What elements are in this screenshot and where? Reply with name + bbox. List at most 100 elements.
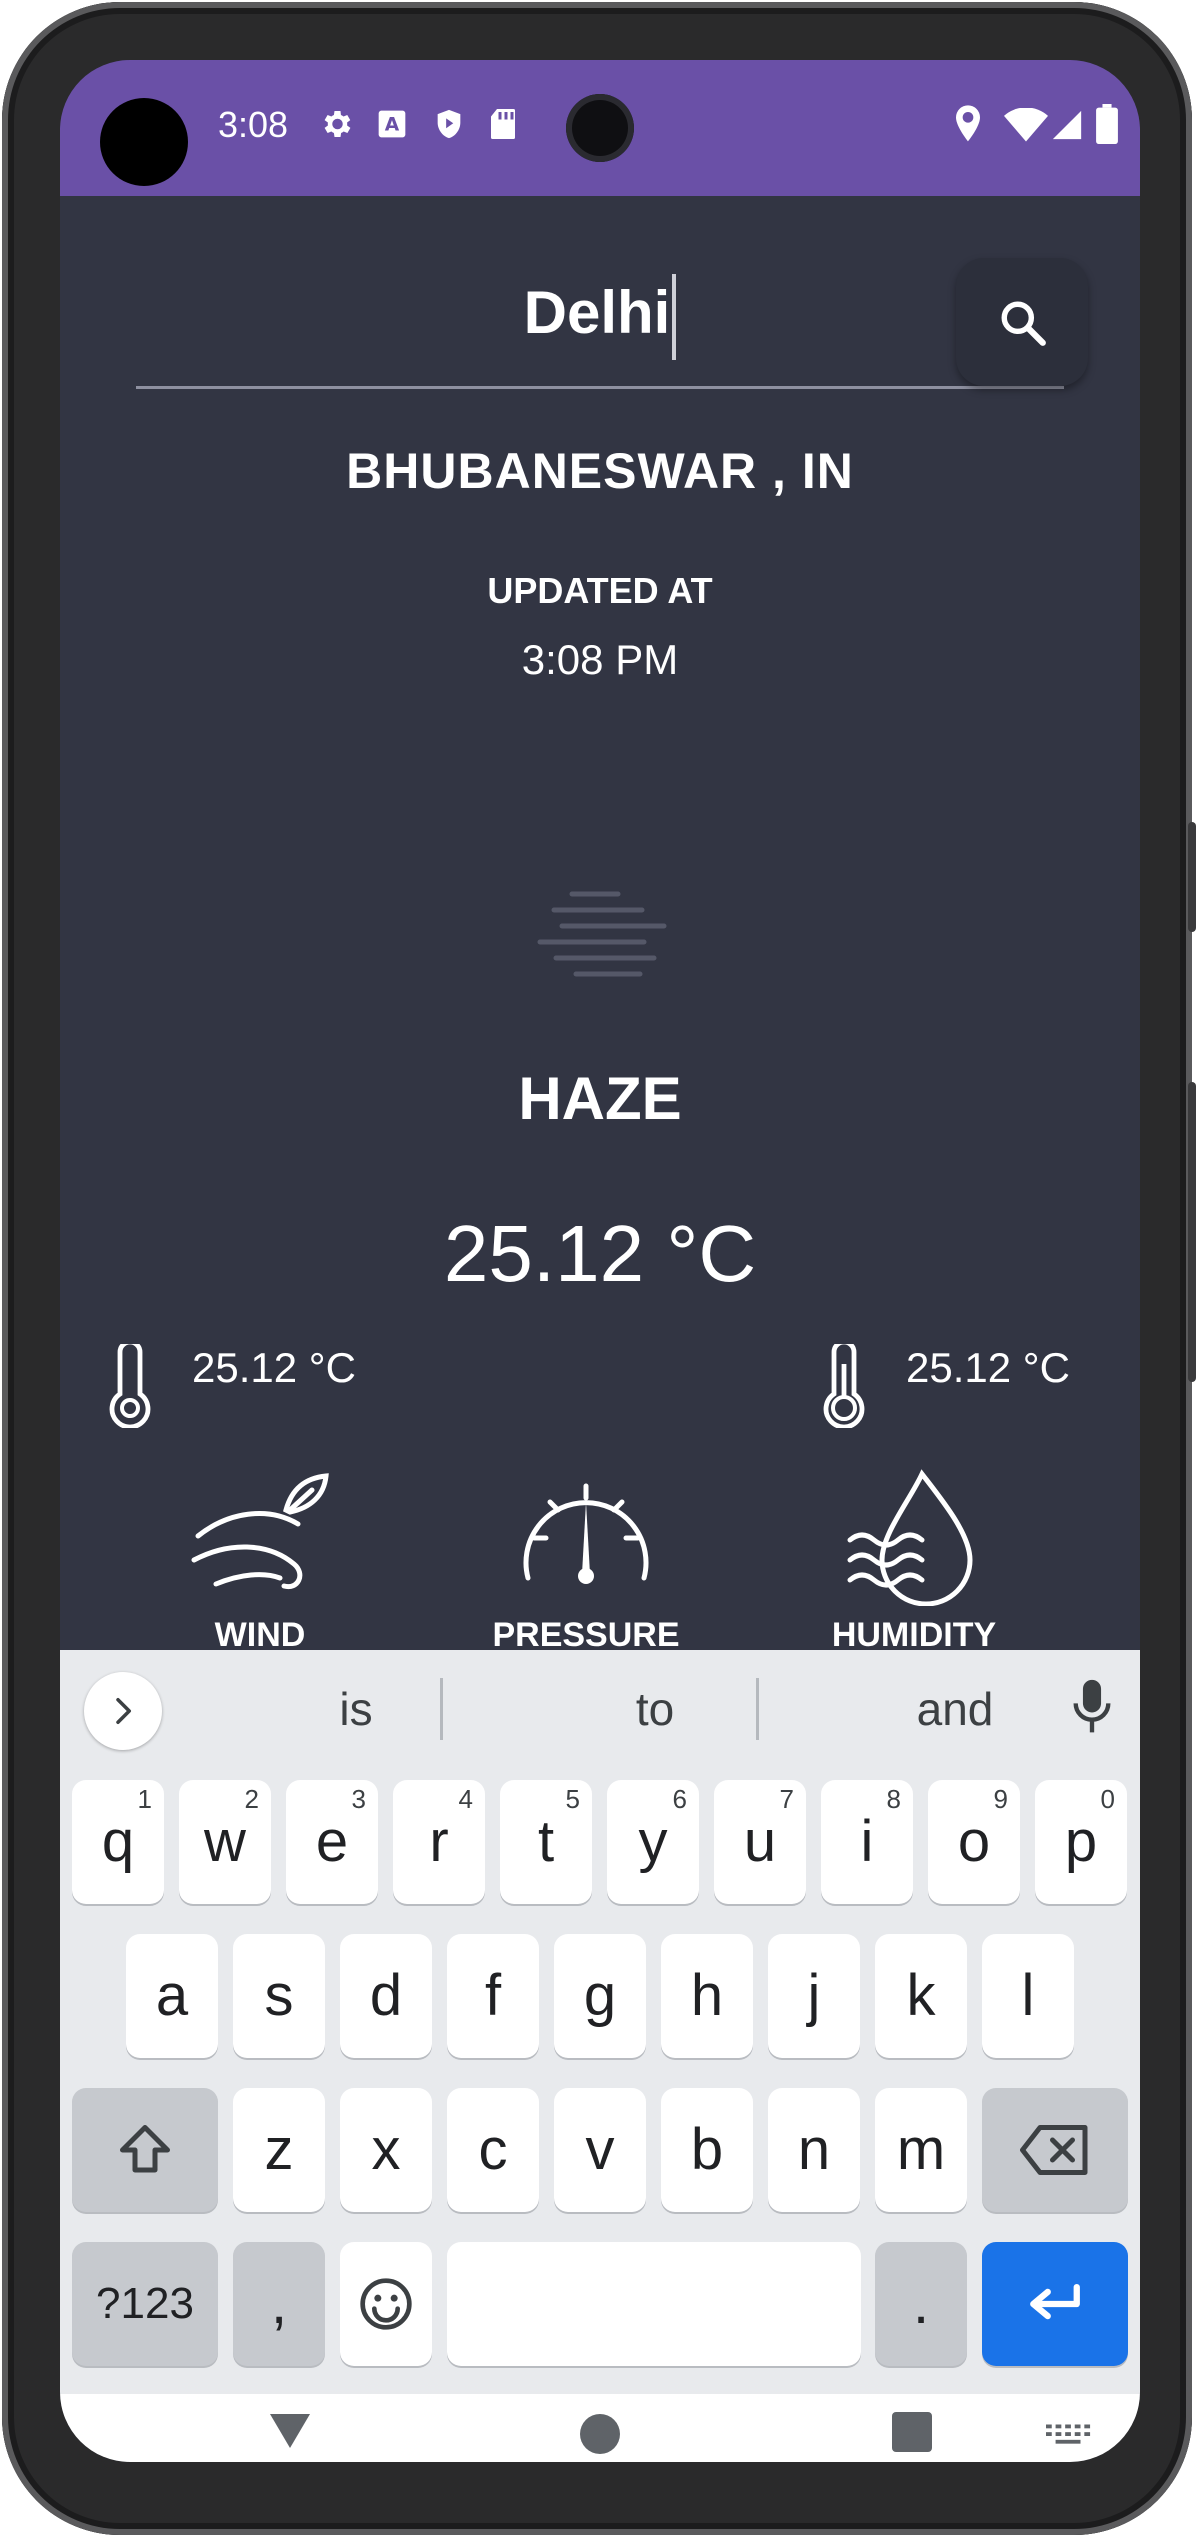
- search-underline: [136, 386, 1064, 389]
- key-g[interactable]: g: [554, 1934, 646, 2058]
- home-icon[interactable]: [580, 2414, 620, 2454]
- key-v[interactable]: v: [554, 2088, 646, 2212]
- wind-icon: [191, 1473, 329, 1590]
- thermometer-max-icon: [823, 1344, 865, 1428]
- suggestion-3[interactable]: and: [805, 1682, 1105, 1736]
- power-button: [1188, 822, 1196, 932]
- key-hint: 9: [993, 1784, 1008, 1814]
- key-n[interactable]: n: [768, 2088, 860, 2212]
- suggestion-strip: is to and: [60, 1650, 1140, 1770]
- thermometer-min-icon: [109, 1344, 151, 1428]
- gauge-icon: [523, 1483, 649, 1584]
- key-s[interactable]: s: [233, 1934, 325, 2058]
- soft-keyboard: is to and q1 w2 e3 r4 t5 y6 u7 i8 o9 p0: [60, 1650, 1140, 2394]
- emoji-key[interactable]: [340, 2242, 432, 2366]
- key-hint: 6: [672, 1784, 687, 1814]
- search-bar: Delhi: [136, 256, 1088, 390]
- key-hint: 7: [779, 1784, 794, 1814]
- key-f[interactable]: f: [447, 1934, 539, 2058]
- back-icon[interactable]: [266, 2410, 314, 2450]
- navigation-bar: [60, 2394, 1140, 2462]
- backspace-key[interactable]: [982, 2088, 1128, 2212]
- humidity-icon: [847, 1469, 973, 1606]
- settings-icon: [324, 110, 351, 138]
- key-b[interactable]: b: [661, 2088, 753, 2212]
- key-c[interactable]: c: [447, 2088, 539, 2212]
- shift-key[interactable]: [72, 2088, 218, 2212]
- screen: 3:08 A Delhi BHUBANESWAR , IN UPDATED AT…: [60, 60, 1140, 2462]
- key-q[interactable]: q1: [72, 1780, 164, 1904]
- enter-icon: [1030, 2283, 1080, 2320]
- camera-cutout: [100, 98, 188, 186]
- keyboard-switch-icon[interactable]: [1046, 2424, 1092, 2448]
- key-o[interactable]: o9: [928, 1780, 1020, 1904]
- search-input[interactable]: Delhi: [136, 274, 1064, 360]
- front-camera: [566, 94, 634, 162]
- key-hint: 1: [137, 1784, 152, 1814]
- key-label: u: [743, 1809, 777, 1874]
- weather-app: Delhi BHUBANESWAR , IN UPDATED AT 3:08 P…: [60, 196, 1140, 1654]
- key-t[interactable]: t5: [500, 1780, 592, 1904]
- suggestion-divider: [440, 1678, 443, 1740]
- key-z[interactable]: z: [233, 2088, 325, 2212]
- key-hint: 5: [565, 1784, 580, 1814]
- key-u[interactable]: u7: [714, 1780, 806, 1904]
- key-k[interactable]: k: [875, 1934, 967, 2058]
- expand-toolbar-button[interactable]: [84, 1672, 162, 1750]
- enter-key[interactable]: [982, 2242, 1128, 2366]
- key-label: i: [860, 1809, 874, 1874]
- text-caret: [672, 274, 677, 360]
- microphone-icon[interactable]: [1070, 1678, 1114, 1736]
- battery-icon: [1096, 104, 1118, 144]
- key-j[interactable]: j: [768, 1934, 860, 2058]
- key-m[interactable]: m: [875, 2088, 967, 2212]
- key-label: t: [537, 1809, 555, 1874]
- haze-icon: [537, 891, 667, 977]
- wifi-icon: [1004, 108, 1048, 142]
- key-label: y: [638, 1809, 668, 1874]
- key-w[interactable]: w2: [179, 1780, 271, 1904]
- search-button[interactable]: [956, 258, 1088, 386]
- sd-card-icon: [491, 109, 515, 139]
- key-label: q: [101, 1809, 135, 1874]
- weather-condition: HAZE: [518, 1065, 682, 1132]
- key-hint: 3: [351, 1784, 366, 1814]
- min-temperature: 25.12 °C: [192, 1344, 356, 1391]
- key-e[interactable]: e3: [286, 1780, 378, 1904]
- status-time: 3:08: [218, 104, 289, 145]
- updated-label: UPDATED AT: [487, 570, 713, 611]
- key-hint: 2: [244, 1784, 259, 1814]
- shield-play-icon: [437, 109, 461, 139]
- key-a[interactable]: a: [126, 1934, 218, 2058]
- recents-icon[interactable]: [892, 2412, 932, 2452]
- key-l[interactable]: l: [982, 1934, 1074, 2058]
- suggestion-divider: [756, 1678, 759, 1740]
- shift-icon: [120, 2125, 170, 2173]
- key-r[interactable]: r4: [393, 1780, 485, 1904]
- font-a-icon: A: [378, 110, 406, 138]
- key-label: p: [1064, 1809, 1098, 1874]
- location-icon: [956, 105, 980, 142]
- period-key[interactable]: .: [875, 2242, 967, 2366]
- key-p[interactable]: p0: [1035, 1780, 1127, 1904]
- key-y[interactable]: y6: [607, 1780, 699, 1904]
- key-h[interactable]: h: [661, 1934, 753, 2058]
- search-icon: [1001, 301, 1046, 346]
- key-d[interactable]: d: [340, 1934, 432, 2058]
- comma-key[interactable]: ,: [233, 2242, 325, 2366]
- symbols-key[interactable]: ?123: [72, 2242, 218, 2366]
- key-label: w: [204, 1809, 246, 1874]
- suggestion-2[interactable]: to: [505, 1682, 805, 1736]
- search-input-value: Delhi: [523, 278, 671, 346]
- key-i[interactable]: i8: [821, 1780, 913, 1904]
- suggestion-1[interactable]: is: [206, 1682, 506, 1736]
- updated-time: 3:08 PM: [521, 636, 679, 683]
- chevron-right-icon: [116, 1698, 131, 1724]
- key-label: e: [315, 1809, 349, 1874]
- backspace-icon: [1020, 2125, 1088, 2175]
- location-name: BHUBANESWAR , IN: [346, 443, 854, 499]
- max-temperature: 25.12 °C: [906, 1344, 1070, 1391]
- key-hint: 4: [458, 1784, 473, 1814]
- key-x[interactable]: x: [340, 2088, 432, 2212]
- space-key[interactable]: [447, 2242, 861, 2366]
